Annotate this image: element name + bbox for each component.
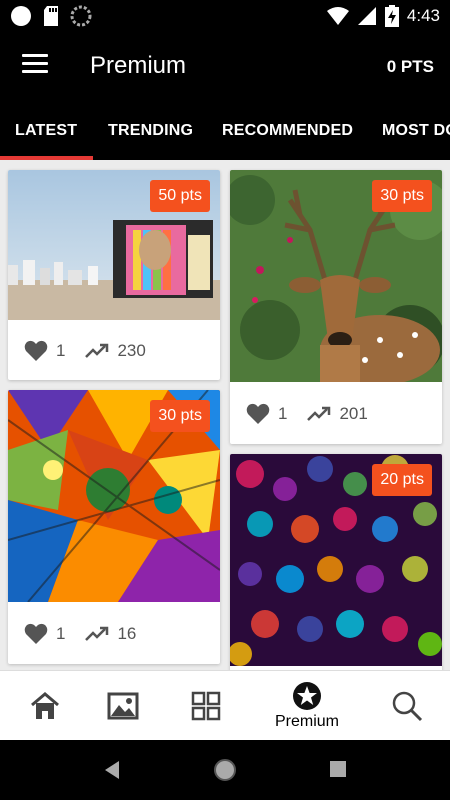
view-count: 230 bbox=[117, 341, 146, 360]
card-stats: 1 230 bbox=[24, 340, 166, 362]
status-time: 4:43 bbox=[406, 6, 440, 25]
wallpaper-card[interactable]: 20 pts bbox=[230, 454, 442, 670]
nav-home[interactable] bbox=[0, 671, 90, 741]
points-balance[interactable]: 0 PTS bbox=[387, 57, 434, 77]
tab-trending[interactable]: TRENDING bbox=[108, 122, 193, 140]
wallpaper-grid: 50 pts 1 230 30 pts 1 201 30 pts 1 16 20… bbox=[0, 160, 450, 670]
points-badge: 20 pts bbox=[372, 464, 432, 496]
wifi-icon bbox=[326, 7, 349, 25]
search-icon bbox=[392, 691, 423, 722]
card-stats: 1 201 bbox=[246, 403, 388, 425]
points-badge: 30 pts bbox=[150, 400, 210, 432]
sd-card-icon bbox=[44, 6, 58, 26]
home-icon bbox=[31, 692, 59, 719]
like-count: 1 bbox=[56, 624, 66, 643]
notification-circle-icon bbox=[11, 6, 31, 26]
trending-icon bbox=[307, 406, 331, 421]
wallpaper-card[interactable]: 30 pts 1 201 bbox=[230, 170, 442, 444]
page-title: Premium bbox=[90, 52, 187, 79]
nav-premium[interactable]: Premium bbox=[262, 671, 352, 741]
wallpaper-card[interactable]: 50 pts 1 230 bbox=[8, 170, 220, 380]
trending-icon bbox=[85, 626, 109, 641]
tab-recommended[interactable]: RECOMMENDED bbox=[222, 122, 353, 140]
signal-icon bbox=[357, 7, 376, 25]
heart-icon[interactable] bbox=[24, 340, 48, 362]
tab-most-downloaded[interactable]: MOST DO bbox=[382, 122, 450, 140]
back-icon[interactable] bbox=[103, 760, 121, 780]
sync-icon bbox=[70, 5, 92, 27]
bottom-nav: Premium bbox=[0, 670, 450, 740]
recents-icon[interactable] bbox=[330, 761, 346, 777]
view-count: 201 bbox=[339, 404, 368, 423]
status-bar: 4:43 bbox=[0, 0, 450, 32]
wallpaper-card[interactable]: 30 pts 1 16 bbox=[8, 390, 220, 664]
heart-icon[interactable] bbox=[246, 403, 270, 425]
points-badge: 30 pts bbox=[372, 180, 432, 212]
nav-gallery[interactable] bbox=[78, 671, 168, 741]
battery-charging-icon bbox=[384, 5, 399, 27]
heart-icon[interactable] bbox=[24, 623, 48, 645]
nav-search[interactable] bbox=[362, 671, 450, 741]
view-count: 16 bbox=[117, 624, 137, 643]
home-button-icon[interactable] bbox=[213, 758, 237, 782]
app-bar: Premium 0 PTS bbox=[0, 32, 450, 100]
image-icon bbox=[107, 692, 139, 720]
nav-premium-label: Premium bbox=[274, 713, 339, 730]
tab-bar: LATEST TRENDING RECOMMENDED MOST DO bbox=[0, 100, 450, 160]
tab-latest[interactable]: LATEST bbox=[15, 122, 77, 140]
points-badge: 50 pts bbox=[150, 180, 210, 212]
menu-icon[interactable] bbox=[22, 54, 48, 76]
nav-categories[interactable] bbox=[161, 671, 251, 741]
grid-icon bbox=[191, 691, 221, 721]
trending-icon bbox=[85, 343, 109, 358]
system-nav-bar bbox=[0, 740, 450, 800]
like-count: 1 bbox=[278, 404, 288, 423]
card-stats: 1 16 bbox=[24, 623, 156, 645]
like-count: 1 bbox=[56, 341, 66, 360]
premium-star-icon bbox=[293, 682, 321, 710]
